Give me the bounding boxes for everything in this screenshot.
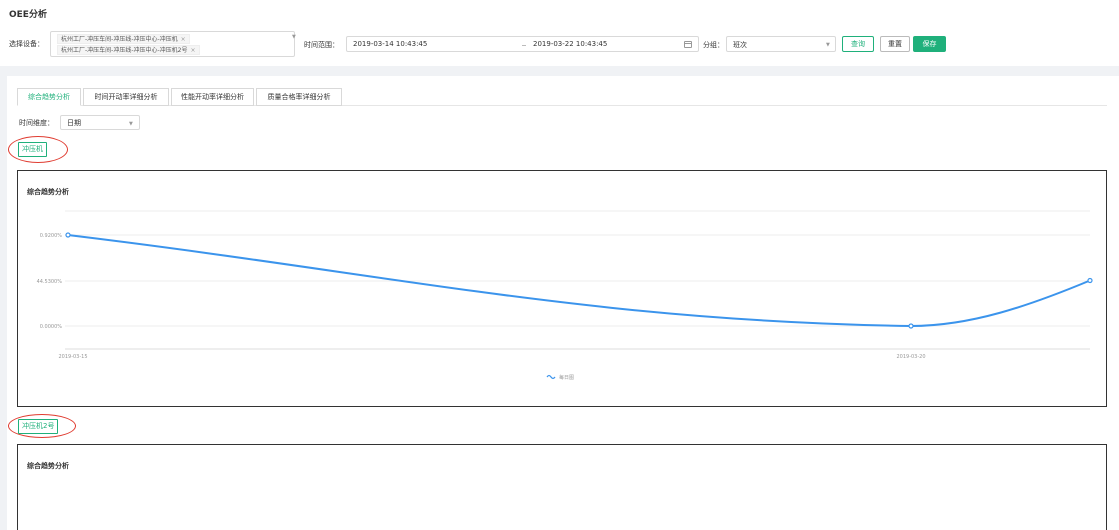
chevron-down-icon[interactable]: ▼ xyxy=(826,42,830,48)
calendar-icon[interactable] xyxy=(684,41,692,48)
device-tag: 杭州工厂-冲压车间-冲压线-冲压中心-冲压机 × xyxy=(57,34,190,44)
tab-overall-trend[interactable]: 综合趋势分析 xyxy=(17,88,81,106)
date-range-picker[interactable]: 2019-03-14 10:43:45 2019-03-22 10:43:45 xyxy=(346,36,699,52)
time-range-label: 时间范围： xyxy=(304,41,339,49)
group-select-value: 班次 xyxy=(733,41,747,49)
chart-container-1: 综合趋势分析 0.0000% 44.5300% 0.9200% 2019-03-15 2… xyxy=(17,170,1107,407)
query-button[interactable]: 查询 xyxy=(842,36,874,52)
device-tag: 杭州工厂-冲压车间-冲压线-冲压中心-冲压机2号 × xyxy=(57,45,200,55)
chevron-down-icon[interactable]: ▼ xyxy=(129,121,133,127)
analysis-panel: 综合趋势分析 时间开动率详细分析 性能开动率详细分析 质量合格率详细分析 时间维… xyxy=(7,76,1119,530)
filter-bar: OEE分析 选择设备： 杭州工厂-冲压车间-冲压线-冲压中心-冲压机 × 杭州工厂… xyxy=(0,0,1119,66)
data-point xyxy=(908,323,914,329)
tab-performance-utilization[interactable]: 性能开动率详细分析 xyxy=(171,88,254,106)
granularity-select-value: 日期 xyxy=(67,119,81,127)
y-tick-label: 44.5300% xyxy=(37,279,63,285)
close-icon[interactable]: × xyxy=(181,36,186,43)
end-time-input[interactable]: 2019-03-22 10:43:45 xyxy=(533,40,607,48)
granularity-label: 时间维度： xyxy=(19,119,54,127)
device-button-2[interactable]: 冲压机2号 xyxy=(18,419,59,434)
group-select[interactable]: 班次 xyxy=(726,36,836,52)
page-title: OEE分析 xyxy=(9,10,47,20)
device-label: 选择设备： xyxy=(9,40,44,48)
group-label: 分组： xyxy=(703,41,724,49)
legend-line-icon xyxy=(546,374,556,380)
legend-label: 每日图 xyxy=(559,374,574,381)
device-button-1[interactable]: 冲压机 xyxy=(18,142,47,157)
chart-container-2: 综合趋势分析 xyxy=(17,444,1107,530)
data-point xyxy=(1087,277,1093,284)
range-separator xyxy=(522,45,526,46)
tab-quality-rate[interactable]: 质量合格率详细分析 xyxy=(256,88,342,106)
y-tick-label: 0.0000% xyxy=(40,324,62,330)
analysis-tabs: 综合趋势分析 时间开动率详细分析 性能开动率详细分析 质量合格率详细分析 xyxy=(17,88,1107,106)
granularity-select[interactable]: 日期 xyxy=(60,115,140,130)
reset-button[interactable]: 重置 xyxy=(880,36,910,52)
x-tick-label: 2019-03-15 xyxy=(58,354,87,360)
start-time-input[interactable]: 2019-03-14 10:43:45 xyxy=(353,40,427,48)
save-button[interactable]: 保存 xyxy=(913,36,946,52)
y-tick-label: 0.9200% xyxy=(40,233,62,239)
trend-chart-1: 0.0000% 44.5300% 0.9200% 2019-03-15 2019-03-… xyxy=(37,210,1093,381)
device-multiselect[interactable]: 杭州工厂-冲压车间-冲压线-冲压中心-冲压机 × 杭州工厂-冲压车间-冲压线-冲压… xyxy=(50,31,295,57)
close-icon[interactable]: × xyxy=(190,47,195,54)
chart-title: 综合趋势分析 xyxy=(27,462,69,470)
chevron-down-icon[interactable]: ▼ xyxy=(292,34,296,40)
tab-time-utilization[interactable]: 时间开动率详细分析 xyxy=(83,88,169,106)
data-point xyxy=(65,232,71,238)
x-tick-label: 2019-03-20 xyxy=(896,354,925,360)
